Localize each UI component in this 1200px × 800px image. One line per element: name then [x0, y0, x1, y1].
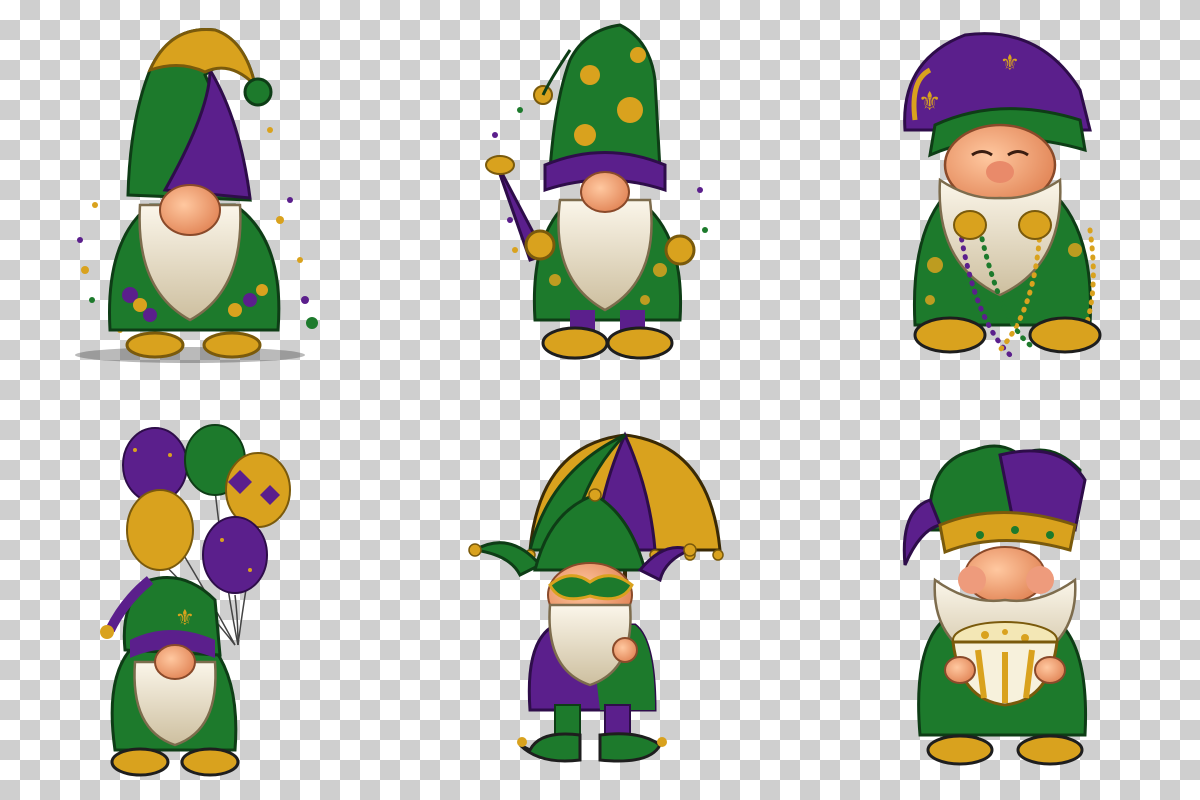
svg-text:⚜: ⚜ — [918, 87, 941, 117]
svg-text:⚜: ⚜ — [1000, 51, 1020, 76]
jester-gnome-figure — [400, 400, 800, 800]
gnome-popcorn-figure — [800, 400, 1200, 800]
gnome-with-balloons-icon: ⚜ — [100, 424, 291, 777]
gnome-beads-figure — [0, 0, 400, 400]
smiling-gnome-with-beads-icon: ⚜ ⚜ — [903, 32, 1102, 358]
jester-gnome-with-umbrella-icon — [468, 431, 724, 763]
smiling-gnome-figure: ⚜ ⚜ — [800, 0, 1200, 400]
gnome-balloons-figure: ⚜ — [0, 400, 400, 800]
gnome-with-beads-icon — [75, 28, 318, 363]
svg-text:⚜: ⚜ — [175, 606, 195, 631]
gnome-horn-figure — [400, 0, 800, 400]
gnome-with-popcorn-bowl-icon — [902, 444, 1088, 766]
gnome-with-horn-icon — [485, 23, 708, 360]
